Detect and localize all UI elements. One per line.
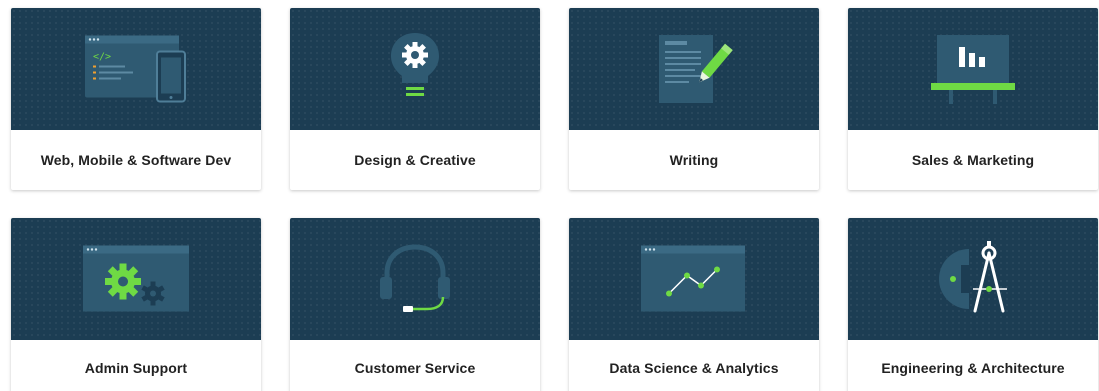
category-hero — [290, 8, 540, 130]
document-pen-icon — [659, 35, 733, 103]
category-card-design-creative[interactable]: Design & Creative — [290, 8, 540, 190]
category-label: Web, Mobile & Software Dev — [40, 152, 232, 168]
category-card-data-science-analytics[interactable]: Data Science & Analytics — [569, 218, 819, 391]
category-card-writing[interactable]: Writing — [569, 8, 819, 190]
lightbulb-gear-icon — [391, 33, 439, 96]
category-hero — [290, 218, 540, 340]
category-label: Design & Creative — [354, 152, 476, 168]
category-label: Admin Support — [84, 360, 188, 376]
line-chart-window-icon — [641, 245, 745, 312]
gears-window-icon — [83, 245, 189, 312]
category-label: Customer Service — [354, 360, 476, 376]
headset-icon — [380, 244, 450, 312]
category-label: Engineering & Architecture — [881, 360, 1065, 376]
category-card-web-mobile-software-dev[interactable]: </> Web, Mobile & Software Dev — [11, 8, 261, 190]
category-card-engineering-architecture[interactable]: Engineering & Architecture — [848, 218, 1098, 391]
category-hero — [569, 218, 819, 340]
compass-protractor-icon — [939, 241, 1007, 313]
category-grid: </> Web, Mobile & Software Dev Design & … — [0, 0, 1099, 391]
category-hero: </> — [11, 8, 261, 130]
category-hero — [11, 218, 261, 340]
category-card-customer-service[interactable]: Customer Service — [290, 218, 540, 391]
code-devices-icon: </> — [85, 35, 186, 103]
category-label: Writing — [669, 152, 719, 168]
presentation-board-icon — [931, 35, 1015, 104]
category-card-admin-support[interactable]: Admin Support — [11, 218, 261, 391]
svg-text:</>: </> — [93, 52, 111, 63]
category-card-sales-marketing[interactable]: Sales & Marketing — [848, 8, 1098, 190]
category-hero — [848, 218, 1098, 340]
category-label: Sales & Marketing — [911, 152, 1035, 168]
category-hero — [569, 8, 819, 130]
category-hero — [848, 8, 1098, 130]
category-label: Data Science & Analytics — [609, 360, 779, 376]
